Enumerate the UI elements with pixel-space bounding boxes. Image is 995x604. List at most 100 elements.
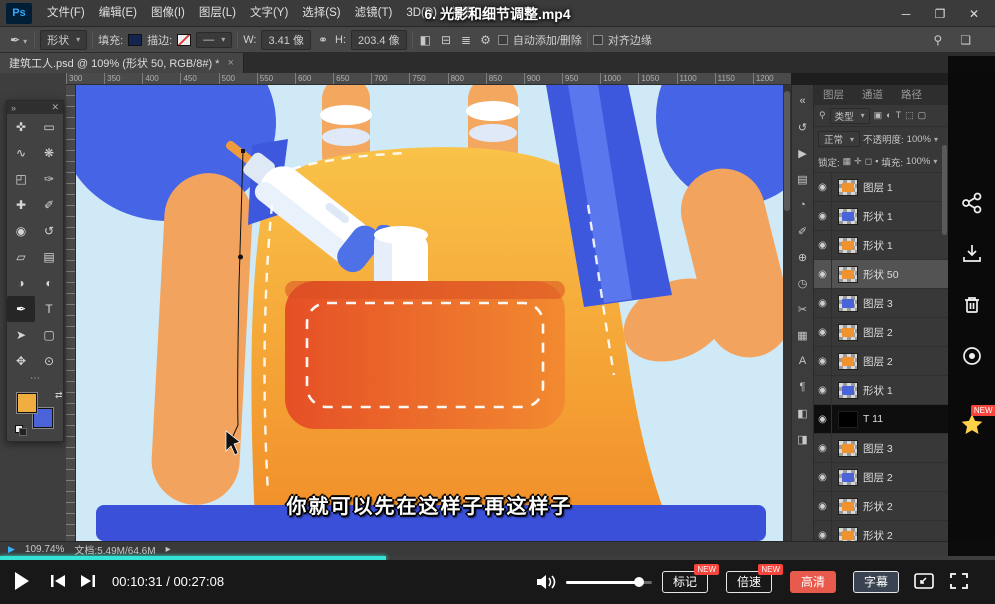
type-tool[interactable]: T: [35, 296, 63, 322]
layer-name[interactable]: 图层 3: [863, 441, 893, 456]
stroke-swatch[interactable]: [177, 34, 191, 46]
图层 1[interactable]: ◉ 图层 1: [814, 173, 948, 202]
hand-tool[interactable]: ✥: [7, 348, 35, 374]
visibility-eye-icon[interactable]: ◉: [814, 521, 832, 541]
height-field[interactable]: 203.4 像: [351, 30, 407, 50]
history-panel-icon[interactable]: ↺: [792, 114, 814, 140]
path-operation-icon[interactable]: ⊟: [439, 33, 453, 47]
brush-tool[interactable]: ✐: [35, 192, 63, 218]
visibility-eye-icon[interactable]: ◉: [814, 231, 832, 259]
T 11[interactable]: ◉ T 11: [814, 405, 948, 434]
menu-item[interactable]: 文件(F): [40, 0, 92, 27]
character-panel-icon[interactable]: A: [792, 348, 814, 374]
panel-tab[interactable]: 图层: [814, 85, 853, 105]
move-tool[interactable]: ✜: [7, 114, 35, 140]
visibility-eye-icon[interactable]: ◉: [814, 202, 832, 230]
edit-toolbar-icon[interactable]: ⋯: [7, 374, 63, 387]
width-field[interactable]: 3.41 像: [261, 30, 310, 50]
图层 3[interactable]: ◉ 图层 3: [814, 289, 948, 318]
layer-thumbnail[interactable]: [838, 382, 858, 399]
形状 1[interactable]: ◉ 形状 1: [814, 376, 948, 405]
restore-icon[interactable]: ❐: [923, 0, 957, 27]
visibility-eye-icon[interactable]: ◉: [814, 318, 832, 346]
record-icon[interactable]: [960, 344, 984, 368]
paragraph-panel-icon[interactable]: ¶: [792, 374, 814, 400]
swatches-panel-icon[interactable]: ▦: [792, 322, 814, 348]
palette-close-icon[interactable]: ✕: [51, 102, 59, 113]
tool-mode-select[interactable]: 形状: [40, 30, 87, 50]
layer-thumbnail[interactable]: [838, 353, 858, 370]
menu-item[interactable]: 选择(S): [295, 0, 347, 27]
visibility-eye-icon[interactable]: ◉: [814, 405, 832, 433]
clone-stamp-tool[interactable]: ◉: [7, 218, 35, 244]
crop-tool[interactable]: ◰: [7, 166, 35, 192]
fullscreen-icon[interactable]: [950, 573, 968, 589]
libraries-panel-icon[interactable]: ▤: [792, 166, 814, 192]
layer-name[interactable]: 形状 2: [863, 499, 893, 514]
auto-add-delete-checkbox[interactable]: [498, 35, 508, 45]
layer-name[interactable]: T 11: [863, 413, 883, 425]
lasso-tool[interactable]: ∿: [7, 140, 35, 166]
close-icon[interactable]: ✕: [957, 0, 991, 27]
lock-icon[interactable]: ▦: [843, 156, 852, 167]
minimize-icon[interactable]: ─: [889, 0, 923, 27]
quick-select-tool[interactable]: ❋: [35, 140, 63, 166]
eraser-tool[interactable]: ▱: [7, 244, 35, 270]
menu-item[interactable]: 滤镜(T): [348, 0, 400, 27]
layer-filter-select[interactable]: 类型: [830, 108, 870, 124]
marquee-tool[interactable]: ▭: [35, 114, 63, 140]
zoom-tool[interactable]: ⊙: [35, 348, 63, 374]
menu-item[interactable]: 图层(L): [192, 0, 243, 27]
fill-swatch[interactable]: [128, 34, 142, 46]
layer-thumbnail[interactable]: [838, 266, 858, 283]
scrollbar-thumb[interactable]: [784, 91, 790, 211]
layer-name[interactable]: 图层 2: [863, 470, 893, 485]
link-dimensions-icon[interactable]: ⚭: [316, 33, 330, 47]
opacity-value[interactable]: 100%: [907, 134, 938, 145]
lock-icon[interactable]: ◻: [865, 156, 872, 167]
layer-name[interactable]: 形状 1: [863, 383, 893, 398]
default-colors-icon[interactable]: [15, 425, 27, 435]
layer-thumbnail[interactable]: [838, 498, 858, 515]
layer-thumbnail[interactable]: [838, 324, 858, 341]
mark-button[interactable]: 标记NEW: [662, 571, 708, 593]
visibility-eye-icon[interactable]: ◉: [814, 260, 832, 288]
play-button[interactable]: [14, 571, 30, 591]
layer-name[interactable]: 形状 1: [863, 238, 893, 253]
图层 2[interactable]: ◉ 图层 2: [814, 347, 948, 376]
layer-name[interactable]: 形状 1: [863, 209, 893, 224]
fill-value[interactable]: 100%: [906, 156, 937, 167]
align-edges-checkbox[interactable]: [593, 35, 603, 45]
status-menu-arrow-icon[interactable]: ▸: [166, 544, 171, 555]
menu-item[interactable]: 视图(V): [444, 0, 496, 27]
gear-icon[interactable]: ⚙: [478, 33, 493, 47]
prev-button[interactable]: [50, 574, 66, 588]
layer-filter-icon[interactable]: T: [895, 110, 903, 121]
layer-name[interactable]: 形状 50: [863, 267, 899, 282]
masks-panel-icon[interactable]: ◧: [792, 400, 814, 426]
history-brush-tool[interactable]: ↺: [35, 218, 63, 244]
subtitle-button[interactable]: 字幕: [853, 571, 899, 593]
swap-colors-icon[interactable]: ⇄: [55, 390, 63, 401]
properties-panel-icon[interactable]: ◨: [792, 426, 814, 452]
形状 1[interactable]: ◉ 形状 1: [814, 231, 948, 260]
图层 2[interactable]: ◉ 图层 2: [814, 463, 948, 492]
tool-preset-icon[interactable]: ✒: [8, 33, 29, 47]
document-canvas[interactable]: 你就可以先在这样子再这样子: [76, 85, 783, 541]
visibility-eye-icon[interactable]: ◉: [814, 492, 832, 520]
layer-thumbnail[interactable]: [838, 469, 858, 486]
speed-button[interactable]: 倍速NEW: [726, 571, 772, 593]
layer-filter-icon[interactable]: ▢: [917, 110, 928, 121]
blur-tool[interactable]: ◑: [7, 270, 35, 296]
gradient-tool[interactable]: ▤: [35, 244, 63, 270]
visibility-eye-icon[interactable]: ◉: [814, 434, 832, 462]
形状 2[interactable]: ◉ 形状 2: [814, 492, 948, 521]
lock-icon[interactable]: ✛: [854, 156, 862, 167]
lock-icon[interactable]: ▪: [875, 156, 878, 167]
tab-close-icon[interactable]: ×: [227, 57, 233, 69]
layer-filter-icon[interactable]: ◐: [885, 110, 892, 121]
path-operation-icon[interactable]: ◧: [418, 33, 433, 47]
scissors-panel-icon[interactable]: ✂: [792, 296, 814, 322]
layer-thumbnail[interactable]: [838, 527, 858, 542]
canvas-vertical-scrollbar[interactable]: [783, 85, 791, 541]
